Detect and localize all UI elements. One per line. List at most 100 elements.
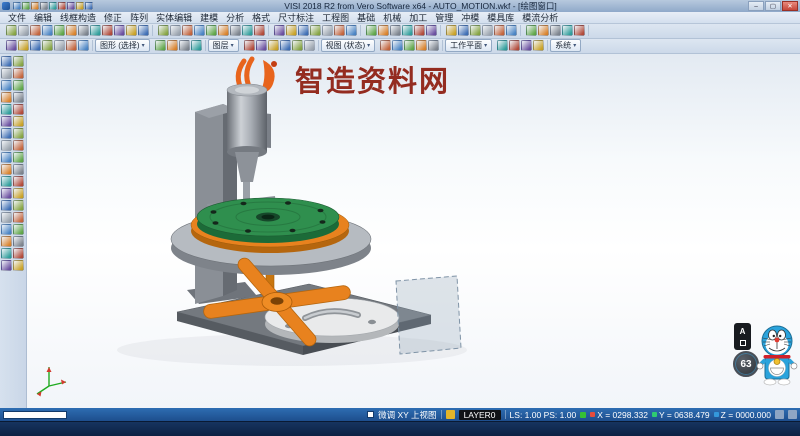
toolbar-icon[interactable] xyxy=(13,164,24,175)
menu-item-模流分析[interactable]: 模流分析 xyxy=(518,11,562,24)
toolbar-icon[interactable] xyxy=(49,2,57,10)
menu-item-工程图[interactable]: 工程图 xyxy=(318,11,353,24)
command-input[interactable] xyxy=(3,411,67,419)
toolbar-icon[interactable] xyxy=(218,25,229,36)
toolbar-icon[interactable] xyxy=(298,25,309,36)
layer-indicator[interactable]: LAYER0 xyxy=(459,410,501,420)
toolbar-icon[interactable] xyxy=(1,56,12,67)
menu-item-尺寸标注[interactable]: 尺寸标注 xyxy=(274,11,318,24)
toolbar-icon[interactable] xyxy=(1,236,12,247)
annotation-text-tool[interactable]: A xyxy=(740,327,746,336)
menu-item-格式[interactable]: 格式 xyxy=(248,11,274,24)
toolbar-icon[interactable] xyxy=(13,2,21,10)
toolbar-icon[interactable] xyxy=(67,2,75,10)
menu-item-修正[interactable]: 修正 xyxy=(100,11,126,24)
toolbar-icon[interactable] xyxy=(497,40,508,51)
toolbar-icon[interactable] xyxy=(322,25,333,36)
toolbar-icon[interactable] xyxy=(550,25,561,36)
toolbar-icon[interactable] xyxy=(54,25,65,36)
toolbar-icon[interactable] xyxy=(18,40,29,51)
toolbar-dropdown-视图 (状态)[interactable]: 视图 (状态)▾ xyxy=(321,39,376,52)
toolbar-icon[interactable] xyxy=(6,40,17,51)
toolbar-icon[interactable] xyxy=(244,40,255,51)
toolbar-icon[interactable] xyxy=(13,152,24,163)
toolbar-icon[interactable] xyxy=(138,25,149,36)
status-extra-icon[interactable] xyxy=(775,410,784,419)
toolbar-icon[interactable] xyxy=(179,40,190,51)
green-disc[interactable] xyxy=(197,198,339,243)
toolbar-icon[interactable] xyxy=(506,25,517,36)
toolbar-icon[interactable] xyxy=(13,260,24,271)
toolbar-icon[interactable] xyxy=(292,40,303,51)
toolbar-icon[interactable] xyxy=(526,25,537,36)
toolbar-icon[interactable] xyxy=(426,25,437,36)
toolbar-icon[interactable] xyxy=(392,40,403,51)
toolbar-icon[interactable] xyxy=(194,25,205,36)
menu-item-阵列[interactable]: 阵列 xyxy=(126,11,152,24)
toolbar-icon[interactable] xyxy=(1,260,12,271)
toolbar-icon[interactable] xyxy=(304,40,315,51)
toolbar-icon[interactable] xyxy=(1,92,12,103)
menu-item-机械[interactable]: 机械 xyxy=(379,11,405,24)
menu-item-编辑[interactable]: 编辑 xyxy=(30,11,56,24)
menu-item-分析[interactable]: 分析 xyxy=(222,11,248,24)
toolbar-icon[interactable] xyxy=(1,152,12,163)
toolbar-icon[interactable] xyxy=(13,224,24,235)
toolbar-icon[interactable] xyxy=(242,25,253,36)
toolbar-icon[interactable] xyxy=(66,40,77,51)
toolbar-icon[interactable] xyxy=(378,25,389,36)
toolbar-icon[interactable] xyxy=(562,25,573,36)
fine-tune-checkbox[interactable] xyxy=(367,411,374,418)
toolbar-icon[interactable] xyxy=(310,25,321,36)
toolbar-icon[interactable] xyxy=(13,68,24,79)
toolbar-icon[interactable] xyxy=(31,2,39,10)
minimize-button[interactable]: – xyxy=(748,1,764,11)
toolbar-icon[interactable] xyxy=(66,25,77,36)
toolbar-icon[interactable] xyxy=(42,25,53,36)
toolbar-icon[interactable] xyxy=(533,40,544,51)
menu-item-模具库[interactable]: 模具库 xyxy=(483,11,518,24)
menu-item-管理[interactable]: 管理 xyxy=(431,11,457,24)
menu-item-线框构造[interactable]: 线框构造 xyxy=(56,11,100,24)
toolbar-icon[interactable] xyxy=(1,176,12,187)
toolbar-icon[interactable] xyxy=(538,25,549,36)
toolbar-icon[interactable] xyxy=(446,25,457,36)
toolbar-icon[interactable] xyxy=(78,40,89,51)
toolbar-icon[interactable] xyxy=(428,40,439,51)
toolbar-icon[interactable] xyxy=(414,25,425,36)
toolbar-icon[interactable] xyxy=(13,140,24,151)
toolbar-icon[interactable] xyxy=(280,40,291,51)
annotation-shape-tool[interactable] xyxy=(740,340,746,346)
toolbar-icon[interactable] xyxy=(254,25,265,36)
toolbar-icon[interactable] xyxy=(366,25,377,36)
toolbar-icon[interactable] xyxy=(521,40,532,51)
toolbar-icon[interactable] xyxy=(78,25,89,36)
close-button[interactable]: ✕ xyxy=(782,1,798,11)
toolbar-icon[interactable] xyxy=(13,236,24,247)
toolbar-icon[interactable] xyxy=(13,176,24,187)
toolbar-icon[interactable] xyxy=(42,40,53,51)
toolbar-icon[interactable] xyxy=(90,25,101,36)
menu-item-基础[interactable]: 基础 xyxy=(353,11,379,24)
toolbar-icon[interactable] xyxy=(402,25,413,36)
toolbar-icon[interactable] xyxy=(380,40,391,51)
toolbar-icon[interactable] xyxy=(1,200,12,211)
toolbar-dropdown-工作平面[interactable]: 工作平面▾ xyxy=(445,39,492,52)
toolbar-icon[interactable] xyxy=(1,248,12,259)
toolbar-icon[interactable] xyxy=(13,116,24,127)
toolbar-icon[interactable] xyxy=(13,248,24,259)
toolbar-icon[interactable] xyxy=(1,224,12,235)
viewport-3d[interactable]: 智造资料网 xyxy=(27,54,800,408)
toolbar-icon[interactable] xyxy=(182,25,193,36)
cad-scene[interactable]: 智造资料网 xyxy=(27,54,800,408)
toolbar-icon[interactable] xyxy=(30,40,41,51)
toolbar-icon[interactable] xyxy=(114,25,125,36)
toolbar-icon[interactable] xyxy=(13,212,24,223)
toolbar-icon[interactable] xyxy=(54,40,65,51)
annotation-panel[interactable]: A xyxy=(734,323,751,350)
cad-model[interactable] xyxy=(117,84,467,366)
toolbar-icon[interactable] xyxy=(286,25,297,36)
toolbar-icon[interactable] xyxy=(22,2,30,10)
maximize-button[interactable]: ▢ xyxy=(765,1,781,11)
menu-item-冲模[interactable]: 冲模 xyxy=(457,11,483,24)
